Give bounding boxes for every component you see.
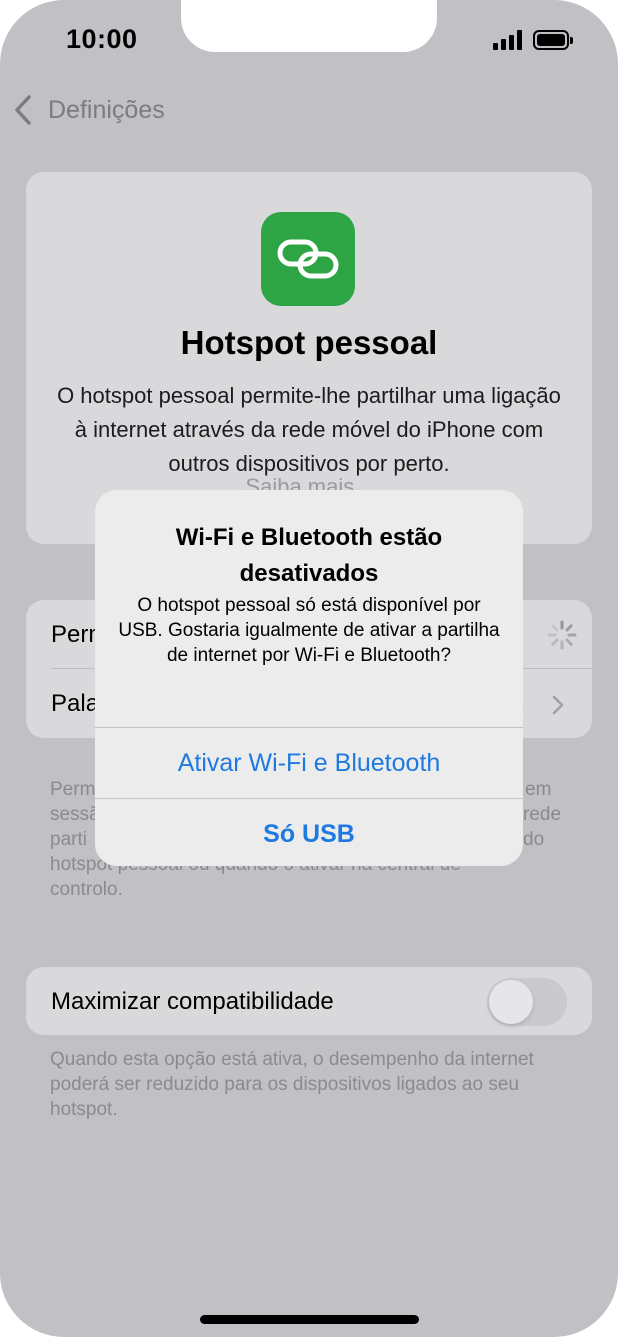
notch	[181, 0, 437, 52]
compatibility-group: Maximizar compatibilidade	[26, 967, 592, 1035]
back-label: Definições	[48, 95, 165, 124]
toggle-knob	[489, 980, 533, 1024]
cellular-signal-icon	[493, 30, 523, 50]
loading-spinner-icon	[547, 620, 577, 650]
maximize-compatibility-toggle[interactable]	[487, 978, 567, 1026]
maximize-compatibility-label: Maximizar compatibilidade	[51, 988, 334, 1015]
phone-screen: 10:00 Definições Hotspot pessoal O hotsp…	[0, 0, 618, 1337]
settings-footer-fragment: do	[523, 829, 545, 850]
battery-icon	[533, 30, 573, 50]
hotspot-info-card: Hotspot pessoal O hotspot pessoal permit…	[26, 172, 592, 544]
wifi-password-label[interactable]: Pala	[51, 690, 99, 718]
alert-title: Wi-Fi e Bluetooth estão desativados	[175, 524, 443, 587]
chevron-right-icon	[552, 695, 564, 715]
home-indicator[interactable]	[200, 1315, 419, 1324]
hotspot-app-icon	[261, 212, 355, 306]
link-icon	[277, 239, 339, 279]
enable-wifi-bluetooth-button[interactable]: Ativar Wi-Fi e Bluetooth	[95, 728, 523, 798]
hotspot-description: O hotspot pessoal permite-lhe partilhar …	[57, 383, 561, 476]
settings-footer-fragment: controlo.	[50, 879, 123, 900]
compatibility-footer: Quando esta opção está ativa, o desempen…	[50, 1049, 534, 1120]
back-button[interactable]: Definições	[12, 92, 165, 128]
settings-footer-fragment: em	[525, 779, 552, 800]
alert-dialog: Wi-Fi e Bluetooth estão desativados O ho…	[95, 490, 523, 866]
status-time: 10:00	[66, 24, 138, 54]
alert-message: O hotspot pessoal só está disponível por…	[118, 595, 500, 666]
chevron-left-icon	[15, 95, 31, 125]
settings-footer-fragment: rede	[523, 804, 562, 825]
page-title: Hotspot pessoal	[180, 324, 438, 361]
usb-only-button[interactable]: Só USB	[95, 799, 523, 866]
